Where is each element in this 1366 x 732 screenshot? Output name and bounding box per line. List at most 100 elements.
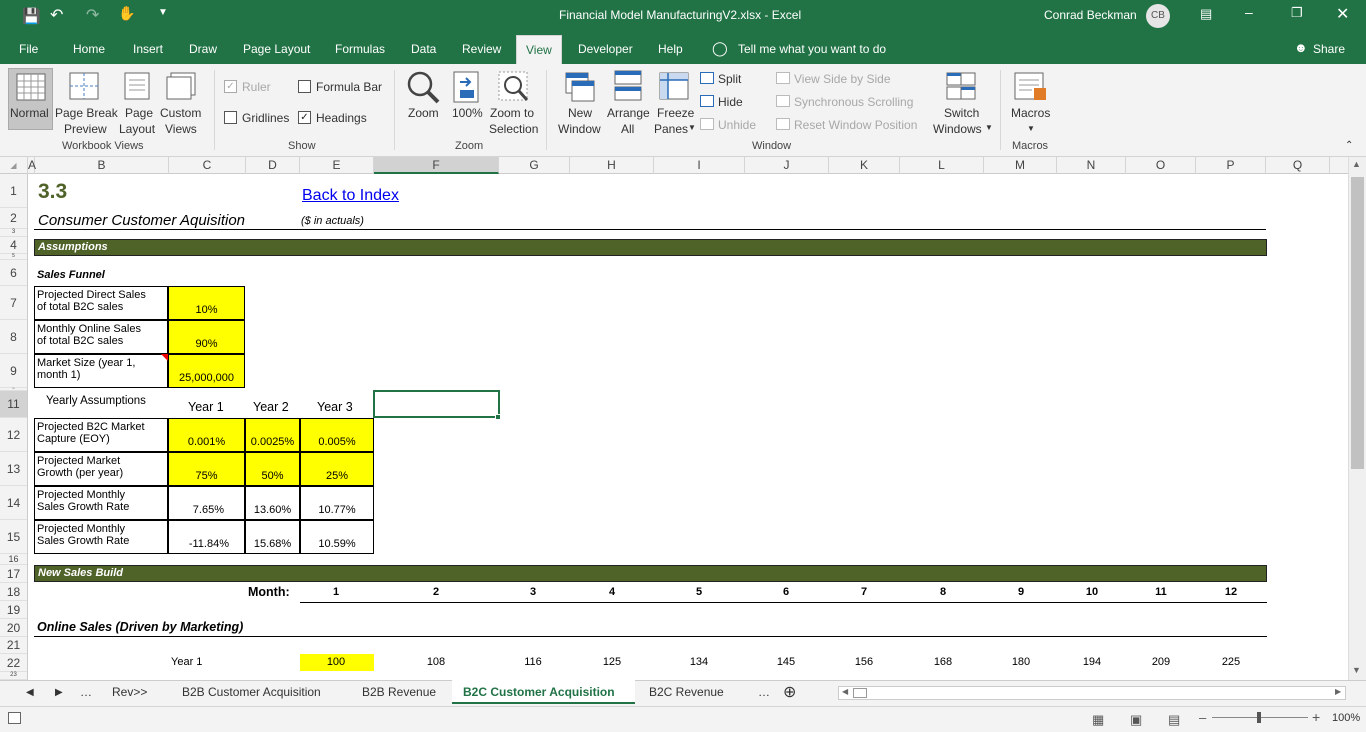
freeze-panes-dropdown-icon[interactable]: ▼	[688, 123, 696, 132]
macros-button[interactable]: Macros	[1011, 106, 1050, 120]
row-header[interactable]: 6	[0, 260, 27, 286]
sheet-tab[interactable]: B2C Revenue	[649, 685, 724, 699]
scroll-thumb[interactable]	[1351, 177, 1364, 469]
column-header[interactable]: E	[300, 157, 374, 174]
yearly-value-cell[interactable]: 50%	[245, 452, 300, 486]
collapse-ribbon-icon[interactable]: ⌃	[1345, 140, 1353, 151]
scroll-down-icon[interactable]: ▼	[1352, 665, 1361, 675]
row-header[interactable]: 11	[0, 391, 27, 418]
tab-view[interactable]: View	[516, 35, 562, 65]
funnel-value-cell[interactable]: 10%	[168, 286, 245, 320]
macro-record-icon[interactable]	[8, 712, 21, 724]
tab-draw[interactable]: Draw	[189, 42, 217, 56]
row-header[interactable]: 9	[0, 354, 27, 388]
hscroll-right-icon[interactable]: ▶	[1335, 687, 1341, 696]
year1-value-cell[interactable]: 108	[406, 656, 466, 668]
close-icon[interactable]: ✕	[1336, 4, 1349, 24]
page-layout-status-icon[interactable]: ▣	[1130, 712, 1142, 728]
zoom-percent[interactable]: 100%	[1332, 712, 1360, 724]
tab-insert[interactable]: Insert	[133, 42, 163, 56]
tab-data[interactable]: Data	[411, 42, 436, 56]
fill-handle[interactable]	[495, 414, 501, 420]
row-header[interactable]: 12	[0, 418, 27, 452]
zoom-100-button[interactable]: 100%	[452, 106, 483, 120]
tab-file[interactable]: File	[19, 42, 38, 56]
headings-checkbox[interactable]: ✓	[298, 111, 311, 124]
macros-dropdown-icon[interactable]: ▼	[1027, 124, 1035, 133]
year1-value-cell[interactable]: 156	[834, 656, 894, 668]
zoom-out-icon[interactable]: –	[1199, 710, 1206, 725]
year1-value-cell[interactable]: 168	[913, 656, 973, 668]
unhide-button[interactable]: Unhide	[718, 118, 756, 132]
yearly-value-cell[interactable]: 10.77%	[300, 486, 374, 520]
column-header[interactable]: F	[374, 157, 499, 174]
ruler-checkbox[interactable]: ✓	[224, 80, 237, 93]
row-header[interactable]: 3	[0, 229, 27, 237]
row-header[interactable]: 16	[0, 554, 27, 565]
column-header[interactable]: O	[1126, 157, 1196, 174]
page-break-status-icon[interactable]: ▤	[1168, 712, 1180, 728]
back-to-index-link[interactable]: Back to Index	[302, 187, 399, 205]
avatar[interactable]: CB	[1146, 4, 1170, 28]
normal-view-button[interactable]	[8, 68, 53, 130]
more-sheets-right[interactable]: …	[758, 685, 770, 699]
redo-icon[interactable]: ↷	[86, 5, 99, 25]
column-header[interactable]: M	[984, 157, 1057, 174]
save-icon[interactable]: 💾	[22, 7, 41, 25]
prev-sheet-icon[interactable]: ◀	[26, 687, 34, 698]
zoom-slider-thumb[interactable]	[1257, 712, 1261, 723]
split-button[interactable]: Split	[718, 72, 741, 86]
comment-indicator[interactable]	[161, 354, 168, 361]
funnel-value-cell[interactable]: 90%	[168, 320, 245, 354]
year1-value-cell[interactable]: 209	[1131, 656, 1191, 668]
tell-me-search[interactable]: Tell me what you want to do	[738, 42, 886, 56]
row-header[interactable]: 7	[0, 286, 27, 320]
year1-value-cell[interactable]: 180	[991, 656, 1051, 668]
yearly-value-cell[interactable]: 0.0025%	[245, 418, 300, 452]
scroll-up-icon[interactable]: ▲	[1352, 159, 1361, 169]
new-window-label-2[interactable]: Window	[558, 122, 601, 136]
sheet-tab[interactable]: Rev>>	[112, 685, 147, 699]
year1-value-cell[interactable]: 100	[306, 656, 366, 668]
minimize-icon[interactable]: –	[1245, 4, 1253, 20]
row-header[interactable]: 19	[0, 601, 27, 619]
share-button[interactable]: Share	[1313, 42, 1345, 56]
freeze-panes-label-1[interactable]: Freeze	[657, 106, 694, 120]
vertical-scrollbar[interactable]: ▲ ▼	[1348, 157, 1366, 680]
column-header[interactable]: G	[499, 157, 570, 174]
row-header[interactable]: 2	[0, 208, 27, 229]
custom-views-label-1[interactable]: Custom	[160, 106, 201, 120]
row-header[interactable]: 8	[0, 320, 27, 354]
tab-formulas[interactable]: Formulas	[335, 42, 385, 56]
horizontal-scrollbar[interactable]: ◀ ▶	[838, 686, 1346, 700]
yearly-value-cell[interactable]: 25%	[300, 452, 374, 486]
page-layout-label-1[interactable]: Page	[125, 106, 153, 120]
year1-value-cell[interactable]: 225	[1201, 656, 1261, 668]
select-all-corner[interactable]: ◢	[0, 157, 28, 174]
yearly-value-cell[interactable]: 7.65%	[168, 486, 245, 520]
year1-value-cell[interactable]: 125	[582, 656, 642, 668]
arrange-all-label-1[interactable]: Arrange	[607, 106, 650, 120]
restore-icon[interactable]: ❐	[1291, 5, 1303, 21]
user-name[interactable]: Conrad Beckman	[1044, 8, 1137, 22]
switch-windows-dropdown-icon[interactable]: ▼	[985, 123, 993, 132]
page-break-label-2[interactable]: Preview	[64, 122, 107, 136]
zoom-selection-label-2[interactable]: Selection	[489, 122, 538, 136]
tab-home[interactable]: Home	[73, 42, 105, 56]
yearly-value-cell[interactable]: 15.68%	[245, 520, 300, 554]
share-icon[interactable]: ☻	[1294, 40, 1308, 55]
tab-page-layout[interactable]: Page Layout	[243, 42, 310, 56]
row-header[interactable]: 17	[0, 565, 27, 583]
normal-view-status-icon[interactable]: ▦	[1092, 712, 1104, 728]
column-header[interactable]: I	[654, 157, 745, 174]
row-header[interactable]: 4	[0, 237, 27, 254]
undo-icon[interactable]: ↶	[50, 5, 63, 25]
ribbon-display-icon[interactable]: ▤	[1200, 6, 1212, 22]
new-window-label-1[interactable]: New	[568, 106, 592, 120]
tab-developer[interactable]: Developer	[578, 42, 633, 56]
sheet-tab[interactable]: B2B Customer Acquisition	[182, 685, 321, 699]
row-header[interactable]: 18	[0, 583, 27, 601]
gridlines-checkbox[interactable]	[224, 111, 237, 124]
column-header[interactable]: A	[28, 157, 36, 174]
selected-cell[interactable]	[373, 390, 500, 418]
